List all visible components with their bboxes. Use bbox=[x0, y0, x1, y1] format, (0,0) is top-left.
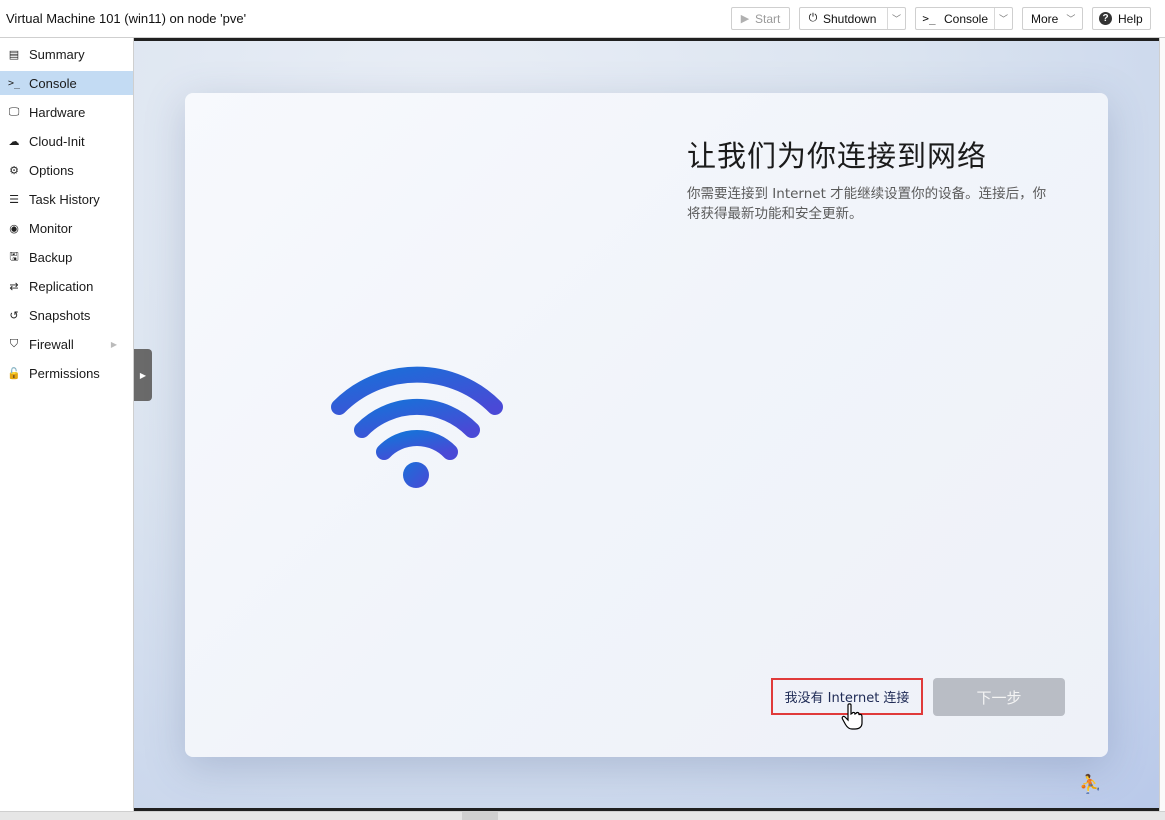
unlock-icon: 🔓 bbox=[7, 366, 21, 380]
chevron-down-icon[interactable]: ﹀ bbox=[994, 8, 1012, 29]
help-button[interactable]: ? Help bbox=[1092, 7, 1151, 30]
page-description: 你需要连接到 Internet 才能继续设置你的设备。连接后，你将获得最新功能和… bbox=[687, 186, 1047, 222]
sidebar-item-console[interactable]: >_ Console bbox=[0, 71, 133, 95]
right-border bbox=[1159, 38, 1165, 812]
sidebar-item-label: Task History bbox=[29, 191, 100, 207]
sidebar-item-summary[interactable]: ▤ Summary bbox=[0, 42, 133, 66]
page-title: 让我们为你连接到网络 bbox=[687, 139, 988, 173]
sidebar-item-label: Cloud-Init bbox=[29, 133, 85, 149]
console-button[interactable]: >_ Console ﹀ bbox=[915, 7, 1013, 30]
console-label: Console bbox=[943, 11, 989, 26]
start-button[interactable]: ▶ Start bbox=[731, 7, 790, 30]
setup-card: 让我们为你连接到网络 你需要连接到 Internet 才能继续设置你的设备。连接… bbox=[185, 93, 1108, 757]
book-icon: ▤ bbox=[8, 47, 20, 61]
history-icon: ↺ bbox=[9, 308, 19, 322]
sidebar-item-monitor[interactable]: ◉ Monitor bbox=[0, 216, 133, 240]
question-icon: ? bbox=[1099, 12, 1112, 25]
sidebar-item-firewall[interactable]: ⛉ Firewall ▶ bbox=[0, 332, 133, 356]
chevron-right-icon: ▶ bbox=[110, 339, 117, 349]
sidebar-item-label: Backup bbox=[29, 249, 73, 265]
wifi-icon bbox=[331, 366, 503, 488]
sidebar-item-backup[interactable]: 🖫 Backup bbox=[0, 245, 133, 269]
sidebar-item-label: Monitor bbox=[29, 220, 73, 236]
sidebar-item-snapshots[interactable]: ↺ Snapshots bbox=[0, 303, 133, 327]
help-label: Help bbox=[1118, 11, 1143, 26]
chevron-right-icon: ▶ bbox=[139, 370, 147, 380]
start-label: Start bbox=[755, 11, 781, 26]
sidebar-item-options[interactable]: ⚙ Options bbox=[0, 158, 133, 182]
sidebar-item-label: Options bbox=[29, 162, 74, 178]
sidebar-item-cloud-init[interactable]: ☁ Cloud-Init bbox=[0, 129, 133, 153]
sidebar-item-label: Hardware bbox=[29, 104, 86, 120]
sidebar-item-hardware[interactable]: 🖵 Hardware bbox=[0, 100, 133, 124]
sidebar-item-label: Snapshots bbox=[29, 307, 91, 323]
retweet-icon: ⇄ bbox=[9, 279, 19, 293]
sidebar: ▤ Summary >_ Console 🖵 Hardware ☁ Cloud-… bbox=[0, 38, 134, 812]
chevron-down-icon: ﹀ bbox=[1066, 14, 1076, 24]
sidebar-item-label: Console bbox=[29, 75, 77, 91]
next-button[interactable]: 下一步 bbox=[933, 678, 1065, 716]
terminal-icon: >_ bbox=[7, 77, 21, 89]
play-icon: ▶ bbox=[740, 13, 750, 25]
sidebar-item-permissions[interactable]: 🔓 Permissions bbox=[0, 361, 133, 385]
sidebar-item-replication[interactable]: ⇄ Replication bbox=[0, 274, 133, 298]
shutdown-button[interactable]: ⏻ Shutdown ﹀ bbox=[799, 7, 906, 30]
sidebar-item-label: Permissions bbox=[29, 365, 100, 381]
cloud-icon: ☁ bbox=[8, 134, 20, 148]
shield-icon: ⛉ bbox=[9, 337, 19, 350]
sidebar-item-label: Summary bbox=[29, 46, 85, 62]
more-button[interactable]: More ﹀ bbox=[1022, 7, 1083, 30]
eye-icon: ◉ bbox=[9, 221, 19, 235]
list-icon: ☰ bbox=[9, 192, 19, 206]
hand-cursor-icon bbox=[841, 703, 863, 730]
splitter-handle[interactable] bbox=[462, 812, 498, 820]
gear-icon: ⚙ bbox=[9, 163, 19, 177]
power-icon: ⏻ bbox=[808, 12, 818, 24]
shutdown-label: Shutdown bbox=[823, 11, 877, 26]
sidebar-item-task-history[interactable]: ☰ Task History bbox=[0, 187, 133, 211]
bottom-splitter bbox=[0, 811, 1165, 820]
more-label: More bbox=[1031, 11, 1059, 26]
top-bar: Virtual Machine 101 (win11) on node 'pve… bbox=[0, 0, 1165, 38]
monitor-icon: 🖵 bbox=[8, 105, 20, 118]
sidebar-item-label: Firewall bbox=[29, 336, 74, 352]
collapse-handle[interactable]: ▶ bbox=[134, 349, 152, 401]
sidebar-item-label: Replication bbox=[29, 278, 94, 294]
window-title: Virtual Machine 101 (win11) on node 'pve… bbox=[6, 11, 247, 26]
floppy-icon: 🖫 bbox=[9, 249, 19, 263]
chevron-down-icon[interactable]: ﹀ bbox=[887, 8, 905, 29]
accessibility-icon[interactable]: ⛹ bbox=[1079, 774, 1101, 795]
terminal-icon: >_ bbox=[922, 12, 936, 25]
